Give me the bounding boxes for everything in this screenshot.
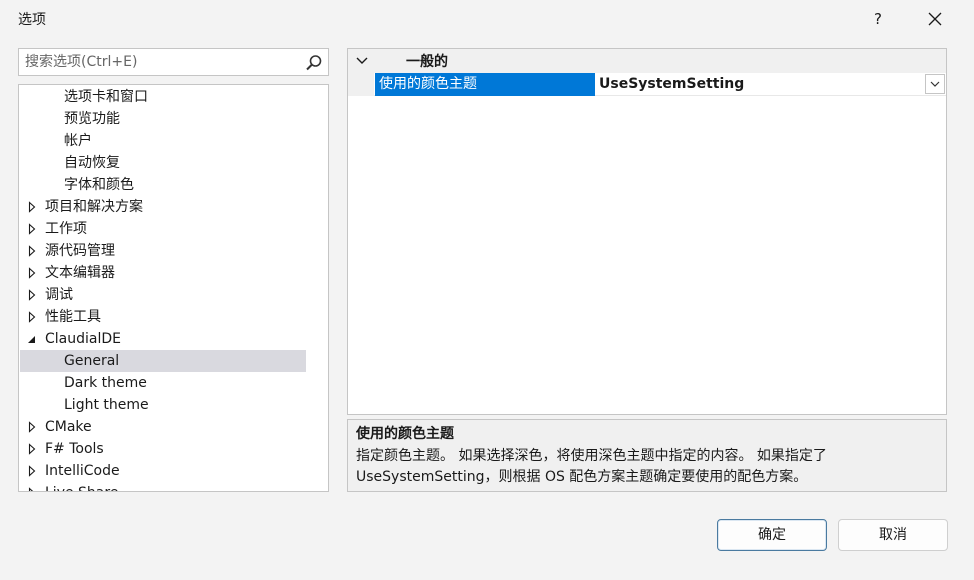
tree-item[interactable]: 工作项 (20, 218, 306, 240)
tree-item[interactable]: Dark theme (20, 372, 306, 394)
tree-item[interactable]: CMake (20, 416, 306, 438)
description-line: 指定颜色主题。 如果选择深色，将使用深色主题中指定的内容。 如果指定了 (356, 448, 827, 464)
tree-item-label: CMake (45, 419, 92, 435)
tree-item-label: Dark theme (64, 375, 147, 391)
tree-item[interactable]: Light theme (20, 394, 306, 416)
tree-item-label: General (64, 353, 120, 369)
property-value[interactable]: UseSystemSetting (599, 73, 919, 96)
close-icon (928, 12, 942, 26)
description-line: UseSystemSetting，则根据 OS 配色方案主题确定要使用的配色方案… (356, 469, 808, 485)
description-panel: 使用的颜色主题 指定颜色主题。 如果选择深色，将使用深色主题中指定的内容。 如果… (347, 419, 947, 492)
tree-item-label: IntelliCode (45, 463, 120, 479)
property-category-header[interactable]: 一般的 (348, 49, 946, 73)
property-value-dropdown[interactable] (925, 74, 945, 94)
tree-item[interactable]: 字体和颜色 (20, 174, 306, 196)
tree-item-label: 自动恢复 (64, 155, 120, 171)
collapsed-arrow-icon[interactable] (26, 421, 38, 433)
tree-item-label: 预览功能 (64, 111, 120, 127)
property-grid: 一般的 使用的颜色主题 UseSystemSetting (347, 48, 947, 415)
tree-item[interactable]: 文本编辑器 (20, 262, 306, 284)
tree-item-label: 源代码管理 (45, 243, 115, 259)
collapsed-arrow-icon[interactable] (26, 465, 38, 477)
description-title: 使用的颜色主题 (356, 426, 454, 442)
tree-item[interactable]: 选项卡和窗口 (20, 86, 306, 108)
chevron-down-icon[interactable] (356, 56, 368, 66)
tree-item-label: 选项卡和窗口 (64, 89, 148, 105)
collapsed-arrow-icon[interactable] (26, 201, 38, 213)
property-row[interactable]: 使用的颜色主题 UseSystemSetting (348, 73, 946, 96)
tree-item-label: 性能工具 (45, 309, 101, 325)
description-text: 指定颜色主题。 如果选择深色，将使用深色主题中指定的内容。 如果指定了 UseS… (356, 446, 938, 488)
window-title: 选项 (18, 12, 46, 28)
tree-item[interactable]: 调试 (20, 284, 306, 306)
tree-item-label: Light theme (64, 397, 149, 413)
collapsed-arrow-icon[interactable] (26, 223, 38, 235)
property-row-margin (348, 73, 374, 96)
options-tree: 选项卡和窗口 预览功能帐户自动恢复字体和颜色项目和解决方案 工作项源代码管理文本编辑… (18, 84, 329, 492)
tree-item-label: 调试 (45, 287, 73, 303)
tree-item-label: F# Tools (45, 441, 104, 457)
tree-item[interactable]: 预览功能 (20, 108, 306, 130)
tree-item[interactable]: 源代码管理 (20, 240, 306, 262)
tree-item-label: 帐户 (64, 133, 92, 149)
tree-item-label: 项目和解决方案 (45, 199, 143, 215)
tree-item-label: ClaudialDE (45, 331, 121, 347)
tree-item[interactable]: General (20, 350, 306, 372)
tree-item-label: 文本编辑器 (45, 265, 115, 281)
expanded-arrow-icon[interactable] (26, 333, 38, 345)
ok-button[interactable]: 确定 (717, 519, 827, 551)
title-bar: 选项 ? (0, 0, 974, 38)
tree-item[interactable]: ClaudialDE (20, 328, 306, 350)
search-box (18, 48, 329, 76)
tree-item[interactable]: 帐户 (20, 130, 306, 152)
collapsed-arrow-icon[interactable] (26, 245, 38, 257)
help-button[interactable]: ? (866, 6, 890, 32)
collapsed-arrow-icon[interactable] (26, 289, 38, 301)
tree-item[interactable]: F# Tools (20, 438, 306, 460)
tree-item-label: Live Share (45, 482, 118, 491)
tree-item-label: 工作项 (45, 221, 87, 237)
tree-item[interactable]: 项目和解决方案 (20, 196, 306, 218)
search-icon[interactable] (304, 53, 324, 73)
collapsed-arrow-icon[interactable] (26, 443, 38, 455)
collapsed-arrow-icon[interactable] (26, 311, 38, 323)
close-button[interactable] (922, 6, 948, 32)
collapsed-arrow-icon[interactable] (26, 487, 38, 492)
cancel-button[interactable]: 取消 (838, 519, 948, 551)
property-name[interactable]: 使用的颜色主题 (375, 73, 595, 96)
tree-item[interactable]: 性能工具 (20, 306, 306, 328)
property-category-label: 一般的 (406, 54, 448, 70)
chevron-down-icon (930, 81, 940, 87)
collapsed-arrow-icon[interactable] (26, 267, 38, 279)
tree-item[interactable]: Live Share (20, 482, 306, 492)
tree-item[interactable]: IntelliCode (20, 460, 306, 482)
search-input[interactable] (19, 49, 299, 75)
tree-item[interactable]: 自动恢复 (20, 152, 306, 174)
tree-item-label: 字体和颜色 (64, 177, 134, 193)
